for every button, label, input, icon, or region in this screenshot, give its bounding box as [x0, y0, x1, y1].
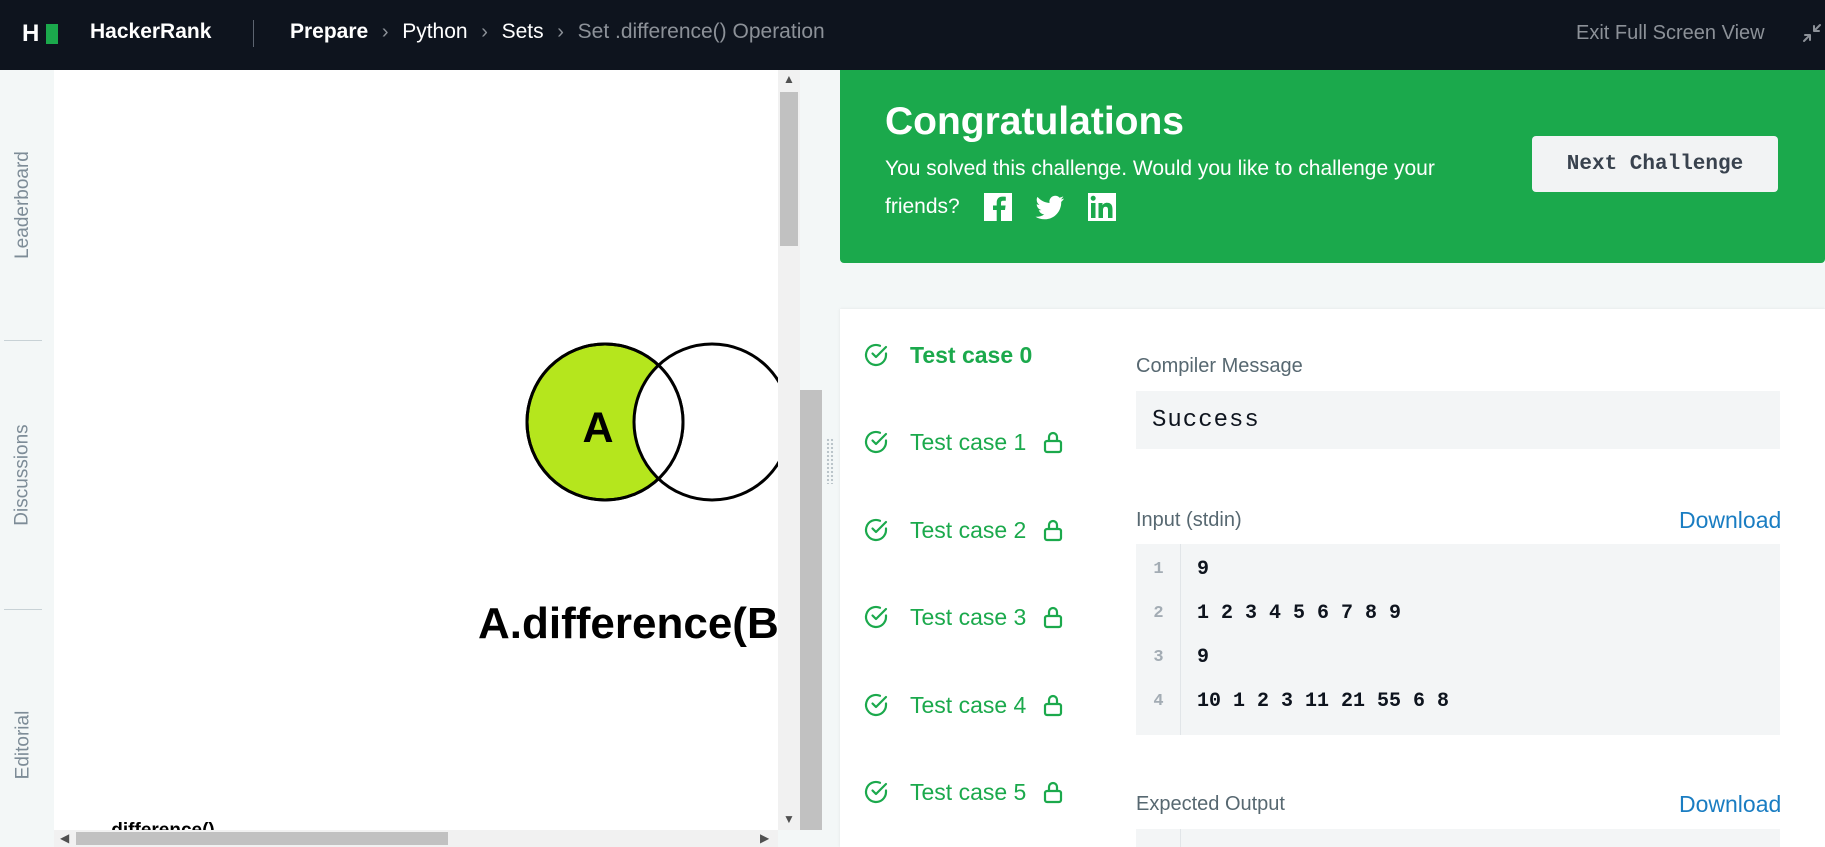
check-circle-icon: [864, 518, 888, 542]
venn-diagram-image: A A.difference(B: [478, 342, 778, 648]
exit-fullscreen-link[interactable]: Exit Full Screen View: [1576, 22, 1765, 45]
hackerrank-logo[interactable]: H: [22, 21, 62, 47]
problem-vertical-scrollbar[interactable]: ▲ ▼: [778, 70, 800, 830]
lock-icon: [1044, 694, 1063, 717]
line-number-gutter: 1 2 3 4: [1136, 544, 1181, 735]
scroll-left-icon[interactable]: ◀: [60, 830, 69, 847]
chevron-right-icon: ›: [381, 20, 389, 43]
test-case-label: Test case 3: [910, 603, 1027, 630]
venn-label-a: A: [582, 404, 613, 452]
compiler-message-label: Compiler Message: [1136, 355, 1303, 377]
brand-name[interactable]: HackerRank: [90, 20, 211, 44]
twitter-icon[interactable]: [1034, 191, 1066, 223]
drag-handle-icon[interactable]: [826, 438, 834, 484]
venn-caption: A.difference(B: [478, 599, 778, 648]
breadcrumb-python[interactable]: Python: [402, 20, 467, 44]
side-rail: Leaderboard Discussions Editorial: [0, 70, 54, 847]
lock-icon: [1044, 606, 1063, 629]
lock-icon: [1044, 431, 1063, 454]
test-case-label: Test case 0: [910, 341, 1033, 368]
problem-horizontal-scrollbar[interactable]: ◀ ▶: [54, 830, 778, 847]
rail-tab-discussions[interactable]: Discussions: [0, 380, 46, 570]
next-challenge-button[interactable]: Next Challenge: [1532, 136, 1778, 192]
input-line: 9: [1197, 558, 1210, 581]
expected-output-box: [1136, 829, 1780, 847]
check-circle-icon: [864, 343, 888, 367]
scroll-right-icon[interactable]: ▶: [760, 830, 769, 847]
lock-icon: [1044, 519, 1063, 542]
line-number: 2: [1153, 604, 1164, 623]
test-results-card: Test case 0 Test case 1 Test case 2 Test ca…: [840, 309, 1825, 847]
rail-tab-leaderboard[interactable]: Leaderboard: [0, 110, 46, 300]
congrats-title: Congratulations: [885, 100, 1184, 143]
input-stdin-label: Input (stdin): [1136, 509, 1242, 531]
breadcrumb-sets[interactable]: Sets: [502, 20, 544, 44]
logo-h-glyph: H: [22, 20, 40, 47]
collapse-arrows-icon[interactable]: [1800, 21, 1824, 45]
scroll-thumb[interactable]: [780, 92, 798, 246]
test-case-1[interactable]: Test case 1: [862, 426, 1064, 458]
test-case-label: Test case 2: [910, 516, 1027, 543]
test-case-2[interactable]: Test case 2: [862, 514, 1064, 546]
test-case-label: Test case 4: [910, 691, 1027, 718]
download-expected-link[interactable]: Download: [1679, 791, 1781, 818]
lock-icon: [1044, 781, 1063, 804]
check-circle-icon: [864, 430, 888, 454]
line-number-gutter: [1136, 829, 1181, 847]
linkedin-icon[interactable]: [1086, 191, 1118, 223]
chevron-right-icon: ›: [481, 20, 488, 43]
input-line: 10 1 2 3 11 21 55 6 8: [1197, 690, 1450, 713]
input-line: 9: [1197, 646, 1210, 669]
scroll-thumb[interactable]: [76, 832, 448, 845]
section-heading-partial: .difference(): [106, 820, 215, 830]
compiler-message-box: Success: [1136, 391, 1780, 449]
rail-tab-label: Leaderboard: [12, 151, 34, 259]
congrats-subtitle: You solved this challenge. Would you lik…: [885, 157, 1435, 218]
expected-output-label: Expected Output: [1136, 793, 1285, 815]
brand-divider: [253, 20, 254, 47]
test-case-4[interactable]: Test case 4: [862, 689, 1064, 721]
social-share-icons: [982, 191, 1118, 223]
scroll-down-icon[interactable]: ▼: [778, 812, 800, 826]
check-circle-icon: [864, 780, 888, 804]
rail-tab-label: Editorial: [12, 710, 33, 780]
line-number: 1: [1153, 560, 1164, 579]
rail-tab-editorial[interactable]: Editorial: [0, 650, 46, 840]
congrats-subtitle-block: You solved this challenge. Would you lik…: [885, 150, 1485, 226]
breadcrumb-prepare[interactable]: Prepare: [290, 20, 368, 44]
download-input-link[interactable]: Download: [1679, 507, 1781, 534]
check-circle-icon: [864, 693, 888, 717]
rail-divider: [4, 609, 42, 610]
outer-scroll-thumb[interactable]: [800, 390, 822, 830]
line-number: 4: [1153, 692, 1164, 711]
rail-divider: [4, 340, 42, 341]
logo-green-block: [46, 24, 58, 44]
check-circle-icon: [864, 605, 888, 629]
top-navbar: H HackerRank Prepare › Python › Sets › S…: [0, 0, 1825, 70]
line-number: 3: [1153, 648, 1164, 667]
breadcrumb: Prepare › Python › Sets › Set .differenc…: [290, 20, 825, 44]
test-case-label: Test case 1: [910, 428, 1027, 455]
chevron-right-icon: ›: [557, 20, 564, 43]
test-case-3[interactable]: Test case 3: [862, 601, 1064, 633]
problem-statement-panel[interactable]: A A.difference(B .difference(): [54, 70, 778, 830]
input-line: 1 2 3 4 5 6 7 8 9: [1197, 602, 1402, 625]
congratulations-banner: Congratulations You solved this challeng…: [840, 70, 1825, 263]
facebook-icon[interactable]: [982, 191, 1014, 223]
scroll-up-icon[interactable]: ▲: [778, 72, 800, 86]
breadcrumb-current: Set .difference() Operation: [577, 20, 825, 43]
test-case-5[interactable]: Test case 5: [862, 776, 1064, 808]
test-case-label: Test case 5: [910, 778, 1027, 805]
rail-tab-label: Discussions: [12, 424, 33, 526]
test-case-0[interactable]: Test case 0: [862, 339, 1032, 371]
input-code-box: 1 2 3 4 9 1 2 3 4 5 6 7 8 9 9 10 1 2 3 1…: [1136, 544, 1780, 735]
